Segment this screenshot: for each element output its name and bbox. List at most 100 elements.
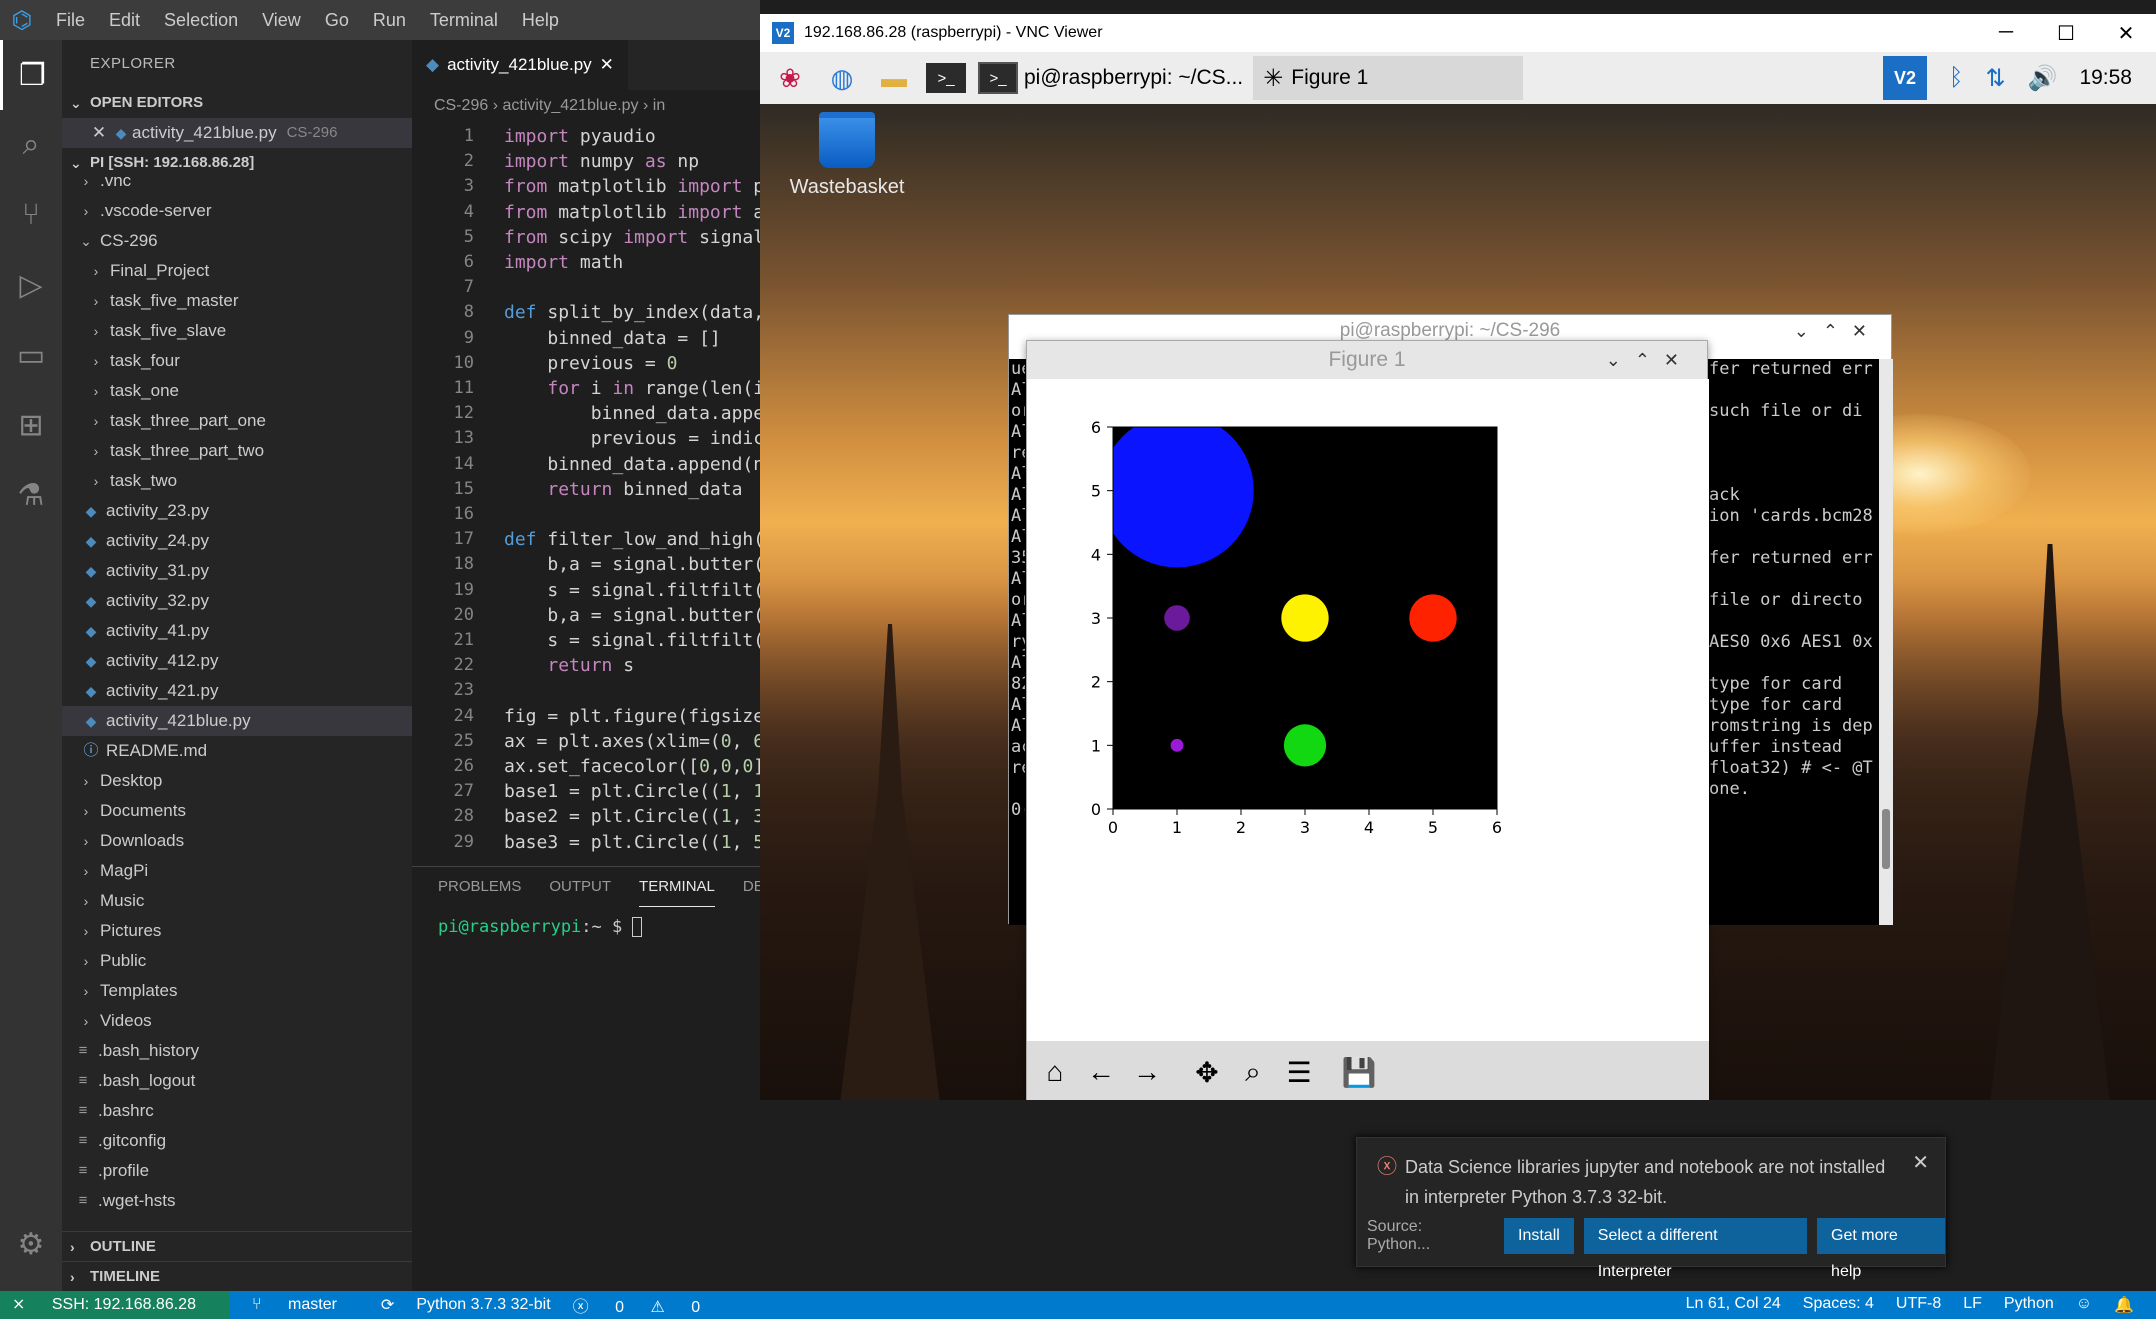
cursor-position[interactable]: Ln 61, Col 24 — [1686, 1295, 1781, 1315]
testing-icon[interactable]: ⚗ — [0, 460, 62, 530]
raspberry-menu-icon[interactable]: ❀ — [768, 58, 812, 98]
menu-view[interactable]: View — [250, 0, 313, 40]
menu-edit[interactable]: Edit — [97, 0, 152, 40]
tree-item[interactable]: ◆ activity_31.py — [62, 556, 412, 586]
panel-tab-terminal[interactable]: TERMINAL — [639, 867, 715, 907]
breadcrumb-item[interactable]: activity_421blue.py — [502, 97, 638, 114]
minimize-icon[interactable]: ─ — [1976, 21, 2036, 46]
close-icon[interactable]: ✕ — [600, 55, 614, 75]
tree-item[interactable]: ◆ activity_421.py — [62, 676, 412, 706]
tree-item[interactable]: ◆ activity_412.py — [62, 646, 412, 676]
tree-item[interactable]: ⓘ README.md — [62, 736, 412, 766]
code-view[interactable]: 1 import pyaudio 2 import numpy as np 3 from … — [412, 122, 760, 866]
forward-arrow-icon[interactable]: → — [1129, 1054, 1165, 1090]
terminal-prompt[interactable]: pi@raspberrypi:~ $ — [412, 917, 760, 937]
maximize-icon[interactable]: ☐ — [2036, 21, 2096, 46]
back-arrow-icon[interactable]: ← — [1083, 1054, 1119, 1090]
install-button[interactable]: Install — [1504, 1218, 1574, 1254]
vnc-server-icon[interactable]: V2 — [1883, 56, 1928, 100]
tree-item[interactable]: › task_three_part_one — [62, 406, 412, 436]
volume-icon[interactable]: 🔊 — [2028, 64, 2058, 93]
tree-item[interactable]: › Pictures — [62, 916, 412, 946]
tree-item[interactable]: › .vscode-server — [62, 196, 412, 226]
source-control-icon[interactable]: ⑂ — [0, 180, 62, 250]
taskbar-terminal[interactable]: >_ pi@raspberrypi: ~/CS... — [968, 56, 1253, 100]
settings-gear-icon[interactable]: ⚙ — [0, 1209, 62, 1279]
sync-icon[interactable]: ⟳ — [381, 1295, 394, 1315]
pan-icon[interactable]: ✥ — [1189, 1054, 1225, 1090]
terminal-scrollbar[interactable] — [1879, 359, 1893, 925]
end-of-line[interactable]: LF — [1963, 1295, 1982, 1315]
timeline-section[interactable]: › TIMELINE — [62, 1261, 412, 1291]
tree-item[interactable]: › task_two — [62, 466, 412, 496]
tree-item[interactable]: ◆ activity_23.py — [62, 496, 412, 526]
breadcrumb-item[interactable]: in — [653, 97, 665, 114]
home-icon[interactable]: ⌂ — [1037, 1054, 1073, 1090]
figure-canvas[interactable]: 0 1 2 3 4 5 6 0 1 2 3 4 5 6 — [1027, 379, 1709, 1043]
tab-activity-421blue[interactable]: ◆ activity_421blue.py ✕ — [412, 40, 628, 90]
configure-subplots-icon[interactable]: ☰ — [1281, 1054, 1317, 1090]
outline-section[interactable]: › OUTLINE — [62, 1231, 412, 1261]
tree-item[interactable]: › Music — [62, 886, 412, 916]
menu-terminal[interactable]: Terminal — [418, 0, 510, 40]
language-mode[interactable]: Python — [2004, 1295, 2054, 1315]
tree-item[interactable]: ≡ .bash_logout — [62, 1066, 412, 1096]
search-icon[interactable]: ⌕ — [0, 110, 62, 180]
wastebasket-desktop-icon[interactable]: Wastebasket — [782, 112, 912, 199]
menu-file[interactable]: File — [44, 0, 97, 40]
window-controls[interactable]: ⌄⌃✕ — [1606, 341, 1693, 379]
remote-indicator[interactable]: ⨯ SSH: 192.168.86.28 — [0, 1291, 230, 1319]
tree-item[interactable]: ◆ activity_32.py — [62, 586, 412, 616]
menu-help[interactable]: Help — [510, 0, 571, 40]
window-controls[interactable]: ⌄⌃✕ — [1794, 315, 1881, 347]
panel-tab-problems[interactable]: PROBLEMS — [438, 867, 521, 907]
tree-item[interactable]: › task_five_master — [62, 286, 412, 316]
file-manager-icon[interactable]: ▬ — [872, 58, 916, 98]
taskbar-figure[interactable]: ✳ Figure 1 — [1253, 56, 1524, 100]
tree-item[interactable]: › Public — [62, 946, 412, 976]
open-editors-section[interactable]: ⌄ OPEN EDITORS — [62, 88, 412, 118]
bluetooth-icon[interactable]: ᛒ — [1949, 64, 1963, 92]
web-browser-icon[interactable]: ◍ — [820, 58, 864, 98]
close-icon[interactable]: ✕ — [2096, 21, 2156, 46]
explorer-icon[interactable]: ❐ — [0, 40, 62, 110]
tree-item[interactable]: ≡ .bash_history — [62, 1036, 412, 1066]
tree-item[interactable]: ◆ activity_24.py — [62, 526, 412, 556]
menu-selection[interactable]: Selection — [152, 0, 250, 40]
tree-item[interactable]: ⌄ CS-296 — [62, 226, 412, 256]
close-icon[interactable]: ✕ — [1912, 1150, 1929, 1175]
extensions-icon[interactable]: ⊞ — [0, 390, 62, 460]
panel-tab-output[interactable]: OUTPUT — [549, 867, 611, 907]
save-icon[interactable]: 💾 — [1341, 1054, 1377, 1090]
run-debug-icon[interactable]: ▷ — [0, 250, 62, 320]
python-interpreter[interactable]: Python 3.7.3 32-bit — [416, 1296, 550, 1314]
tree-item[interactable]: ◆ activity_41.py — [62, 616, 412, 646]
remote-explorer-icon[interactable]: ▭ — [0, 320, 62, 390]
menu-go[interactable]: Go — [313, 0, 361, 40]
tree-item[interactable]: › task_one — [62, 376, 412, 406]
close-icon[interactable]: ✕ — [88, 118, 110, 148]
tree-item[interactable]: ≡ .profile — [62, 1156, 412, 1186]
tree-item[interactable]: › Desktop — [62, 766, 412, 796]
tree-item[interactable]: › task_five_slave — [62, 316, 412, 346]
panel-tab-debu[interactable]: DEBU — [743, 867, 760, 907]
notifications-bell-icon[interactable]: 🔔 — [2114, 1295, 2134, 1315]
tree-item[interactable]: ≡ .gitconfig — [62, 1126, 412, 1156]
tree-item[interactable]: › Videos — [62, 1006, 412, 1036]
indentation[interactable]: Spaces: 4 — [1803, 1295, 1874, 1315]
problems-indicator[interactable]: ⓧ 0 ⚠ 0 — [573, 1293, 723, 1317]
tree-item[interactable]: › Templates — [62, 976, 412, 1006]
tree-item[interactable]: › task_three_part_two — [62, 436, 412, 466]
tree-item[interactable]: › Documents — [62, 796, 412, 826]
tree-item[interactable]: › task_four — [62, 346, 412, 376]
tree-item[interactable]: › Final_Project — [62, 256, 412, 286]
menu-run[interactable]: Run — [361, 0, 418, 40]
tree-item[interactable]: › Downloads — [62, 826, 412, 856]
zoom-icon[interactable]: ⌕ — [1235, 1054, 1271, 1090]
tree-item[interactable]: ◆ activity_421blue.py — [62, 706, 412, 736]
tree-item[interactable]: › MagPi — [62, 856, 412, 886]
open-editor-item[interactable]: ✕ ◆ activity_421blue.py CS-296 — [62, 118, 412, 148]
select-interpreter-button[interactable]: Select a different Interpreter — [1583, 1218, 1808, 1280]
branch-indicator[interactable]: ⑂ master — [252, 1296, 359, 1314]
tree-item[interactable]: ≡ .bashrc — [62, 1096, 412, 1126]
